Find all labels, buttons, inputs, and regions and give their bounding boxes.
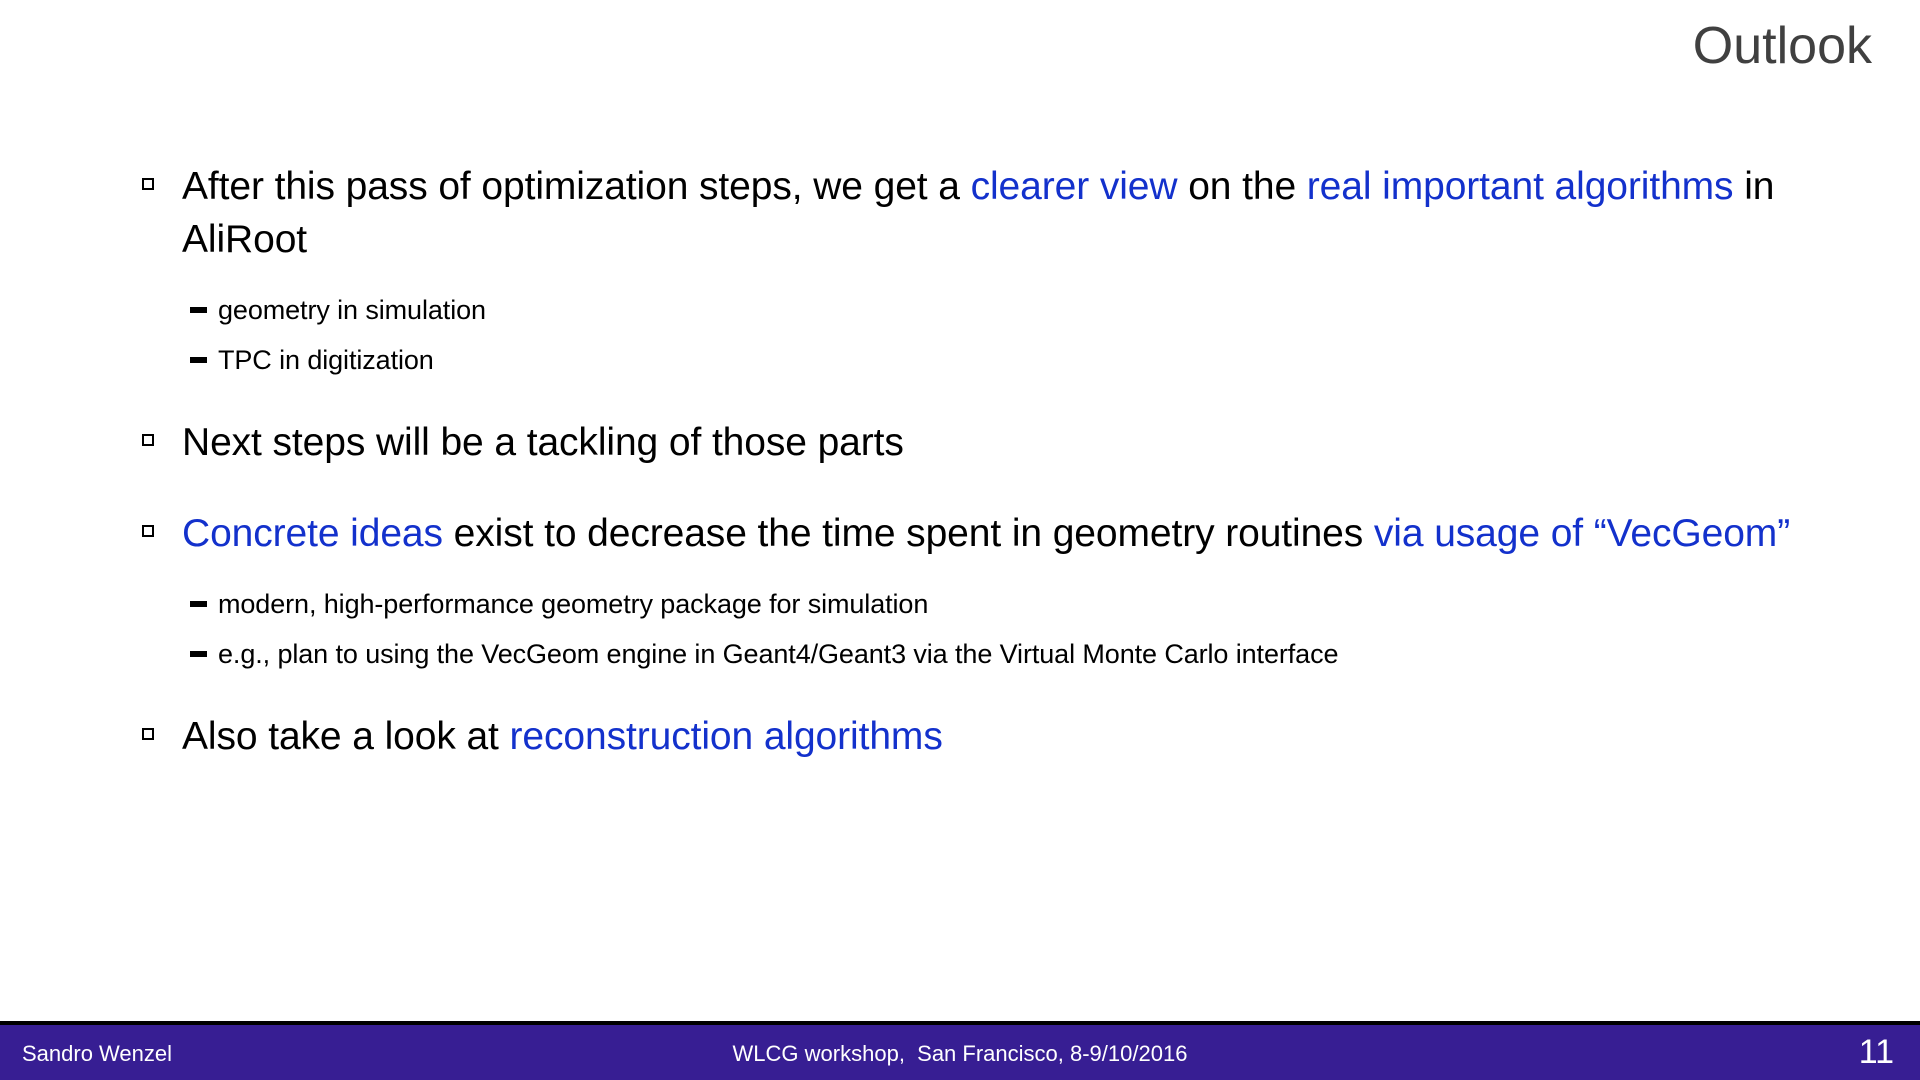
- dash-bullet-icon: [190, 586, 218, 612]
- sub-bullet-item-1-1: geometry in simulation: [0, 292, 1920, 328]
- bullet-1-seg-1: After this pass of optimization steps, w…: [182, 165, 971, 208]
- page-title: Outlook: [1692, 17, 1872, 75]
- slide-number: 11: [1858, 1033, 1894, 1071]
- bullet-item-1: After this pass of optimization steps, w…: [0, 160, 1920, 266]
- square-bullet-icon: [142, 507, 182, 540]
- bullet-1-seg-4-highlight: real important algorithms: [1306, 165, 1734, 208]
- bullet-4-text: Also take a look at reconstruction algor…: [182, 710, 1890, 763]
- bullet-item-3: Concrete ideas exist to decrease the tim…: [0, 507, 1920, 560]
- dash-bullet-icon: [190, 292, 218, 318]
- sub-bullet-item-3-2: e.g., plan to using the VecGeom engine i…: [0, 636, 1920, 672]
- sub-bullet-1-1-text: geometry in simulation: [218, 295, 486, 325]
- bullet-3-seg-2: exist to decrease the time spent in geom…: [442, 512, 1374, 555]
- square-bullet-icon: [142, 160, 182, 193]
- bullet-1-seg-2-highlight: clearer view: [970, 165, 1178, 208]
- bullet-3-seg-3-highlight: via usage of “VecGeom”: [1373, 512, 1791, 555]
- bullet-item-4: Also take a look at reconstruction algor…: [0, 710, 1920, 763]
- bullet-item-2: Next steps will be a tackling of those p…: [0, 416, 1920, 469]
- bullet-3-text: Concrete ideas exist to decrease the tim…: [182, 507, 1890, 560]
- sub-bullet-3-1-text: modern, high-performance geometry packag…: [218, 589, 929, 619]
- bullet-3-seg-1-highlight: Concrete ideas: [182, 512, 443, 555]
- sub-bullet-item-3-1: modern, high-performance geometry packag…: [0, 586, 1920, 622]
- square-bullet-icon: [142, 710, 182, 743]
- bullet-2-text: Next steps will be a tackling of those p…: [182, 421, 904, 464]
- bullet-4-seg-1: Also take a look at: [182, 715, 510, 758]
- sub-bullet-item-1-2: TPC in digitization: [0, 342, 1920, 378]
- bullet-1-seg-3: on the: [1177, 165, 1307, 208]
- bullet-1-text: After this pass of optimization steps, w…: [182, 160, 1890, 266]
- sub-bullet-3-2-text: e.g., plan to using the VecGeom engine i…: [218, 639, 1339, 669]
- square-bullet-icon: [142, 416, 182, 449]
- footer-bar: Sandro Wenzel WLCG workshop, San Francis…: [0, 1025, 1920, 1080]
- bullet-4-seg-2-highlight: reconstruction algorithms: [509, 715, 943, 758]
- dash-bullet-icon: [190, 636, 218, 662]
- dash-bullet-icon: [190, 342, 218, 368]
- footer-event-info: WLCG workshop, San Francisco, 8-9/10/201…: [732, 1041, 1188, 1066]
- slide-body: After this pass of optimization steps, w…: [0, 160, 1920, 763]
- sub-bullet-1-2-text: TPC in digitization: [218, 345, 434, 375]
